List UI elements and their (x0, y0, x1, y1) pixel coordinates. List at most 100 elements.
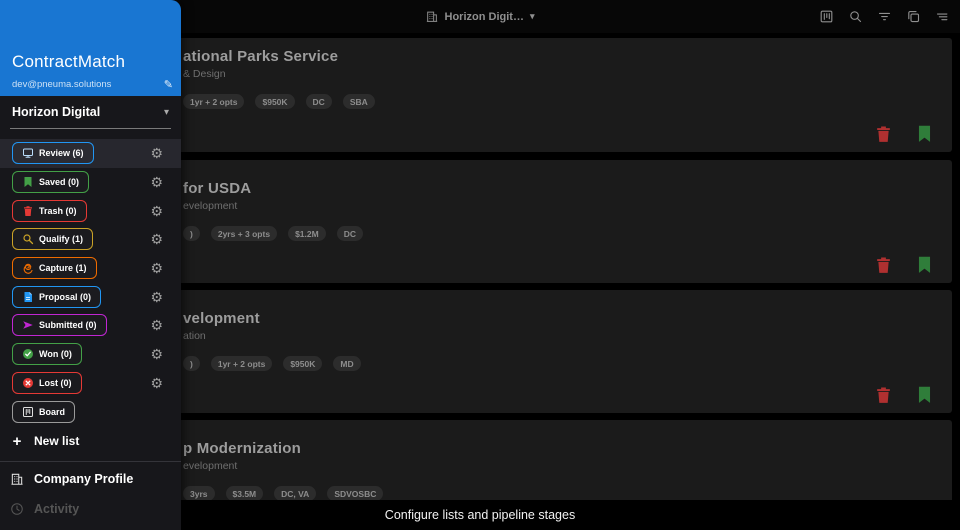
filter-icon[interactable] (874, 7, 894, 27)
list-item-label: Submitted (0) (39, 320, 97, 331)
chevron-down-icon: ▾ (163, 106, 169, 118)
list-row-saved: Saved (0) ⚙ (0, 168, 181, 197)
bookmark-icon (24, 177, 32, 188)
card-tags: 1yr + 2 opts $950K DC SBA (183, 94, 952, 109)
clock-icon (0, 502, 34, 516)
card-subtitle: ation (183, 330, 206, 342)
workspace-dropdown[interactable]: Horizon Digit… ▾ (426, 0, 535, 33)
sort-icon[interactable] (932, 7, 952, 27)
list-item-trash[interactable]: Trash (0) (12, 199, 87, 222)
list-item-label: Review (6) (39, 148, 84, 159)
company-profile-button[interactable]: Company Profile (0, 466, 181, 492)
list-item-qualify[interactable]: Qualify (1) (12, 228, 94, 251)
board-view-icon[interactable] (816, 7, 836, 27)
list-nav: Review (6) ⚙ Saved (0) ⚙ Trash (0) ⚙ Qua… (0, 139, 181, 426)
activity-button[interactable]: Activity (0, 496, 181, 522)
tag: $950K (283, 356, 323, 371)
tag: 2yrs + 3 opts (210, 226, 278, 241)
list-item-label: Won (0) (39, 349, 72, 360)
tag-fragment: ) (183, 226, 200, 241)
account-email: dev@pneuma.solutions (12, 79, 112, 90)
list-item-submitted[interactable]: Submitted (0) (12, 314, 107, 337)
card-title: ational Parks Service (183, 48, 339, 65)
magnifier-icon (23, 234, 34, 245)
monitor-icon (23, 148, 33, 159)
tag: 1yr + 2 opts (183, 94, 245, 109)
card-subtitle: evelopment (183, 200, 238, 212)
divider (0, 461, 181, 462)
card-title: for USDA (183, 180, 252, 197)
tag-fragment: ) (183, 356, 200, 371)
app-title: ContractMatch (12, 52, 126, 71)
list-item-capture[interactable]: Capture (1) (12, 257, 97, 280)
card-title: velopment (183, 310, 260, 327)
card-tags: ) 1yr + 2 opts $950K MD (183, 356, 952, 371)
bookmark-button[interactable] (914, 251, 934, 278)
tag: DC (305, 94, 332, 109)
spiral-icon (23, 263, 33, 274)
gear-icon[interactable]: ⚙ (150, 376, 163, 390)
lists-drawer: ContractMatch dev@pneuma.solutions ✎ Hor… (0, 0, 181, 530)
list-item-saved[interactable]: Saved (0) (12, 171, 90, 194)
search-icon[interactable] (845, 7, 865, 27)
list-item-label: Capture (1) (39, 263, 87, 274)
list-row-capture: Capture (1) ⚙ (0, 254, 181, 283)
gear-icon[interactable]: ⚙ (150, 347, 163, 361)
list-item-review[interactable]: Review (6) (12, 142, 94, 165)
list-row-lost: Lost (0) ⚙ (0, 369, 181, 398)
status-text: Configure lists and pipeline stages (384, 508, 576, 522)
building-icon (426, 11, 438, 22)
card-title: p Modernization (183, 440, 301, 457)
tag: $1.2M (288, 226, 326, 241)
tag: DC (336, 226, 363, 241)
gear-icon[interactable]: ⚙ (150, 318, 163, 332)
trash-button[interactable] (873, 381, 893, 408)
edit-icon[interactable]: ✎ (164, 78, 173, 91)
new-list-button[interactable]: + New list (0, 428, 181, 454)
send-icon (23, 321, 33, 330)
list-row-qualify: Qualify (1) ⚙ (0, 225, 181, 254)
topbar-actions (816, 0, 952, 33)
company-select[interactable]: Horizon Digital ▾ (0, 96, 181, 128)
list-item-won[interactable]: Won (0) (12, 343, 82, 366)
bookmark-button[interactable] (914, 120, 934, 147)
trash-button[interactable] (873, 120, 893, 147)
card-tags: 3yrs $3.5M DC, VA SDVOSBC (183, 486, 952, 501)
list-item-label: Trash (0) (39, 205, 77, 216)
gear-icon[interactable]: ⚙ (150, 204, 163, 218)
list-row-proposal: Proposal (0) ⚙ (0, 282, 181, 311)
list-row-trash: Trash (0) ⚙ (0, 196, 181, 225)
board-icon (23, 406, 33, 417)
gear-icon[interactable]: ⚙ (150, 261, 163, 275)
list-item-board[interactable]: Board (12, 400, 76, 423)
activity-label: Activity (34, 502, 80, 516)
building-icon (0, 472, 34, 486)
list-item-label: Qualify (1) (39, 234, 84, 245)
tag: SDVOSBC (327, 486, 384, 501)
gear-icon[interactable]: ⚙ (150, 175, 163, 189)
x-circle-icon (23, 377, 33, 388)
company-profile-label: Company Profile (34, 472, 134, 486)
tag: 1yr + 2 opts (210, 356, 273, 371)
list-item-label: Lost (0) (39, 377, 72, 388)
trash-icon (24, 205, 32, 216)
list-row-review: Review (6) ⚙ (0, 139, 181, 168)
tag: MD (333, 356, 361, 371)
list-item-proposal[interactable]: Proposal (0) (12, 285, 102, 308)
gear-icon[interactable]: ⚙ (150, 290, 163, 304)
gear-icon[interactable]: ⚙ (150, 232, 163, 246)
select-underline (10, 128, 171, 129)
list-item-lost[interactable]: Lost (0) (12, 371, 82, 394)
bookmark-button[interactable] (914, 381, 934, 408)
check-circle-icon (23, 349, 33, 360)
trash-button[interactable] (873, 251, 893, 278)
tag: $3.5M (225, 486, 264, 501)
cards-stack-icon[interactable] (903, 7, 923, 27)
new-list-label: New list (34, 434, 80, 448)
card-tags: ) 2yrs + 3 opts $1.2M DC (183, 226, 952, 241)
gear-icon[interactable]: ⚙ (150, 146, 163, 160)
list-item-label: Proposal (0) (39, 291, 92, 302)
workspace-dropdown-label: Horizon Digit… (444, 10, 524, 23)
chevron-down-icon: ▾ (529, 11, 535, 21)
tag: SBA (342, 94, 375, 109)
